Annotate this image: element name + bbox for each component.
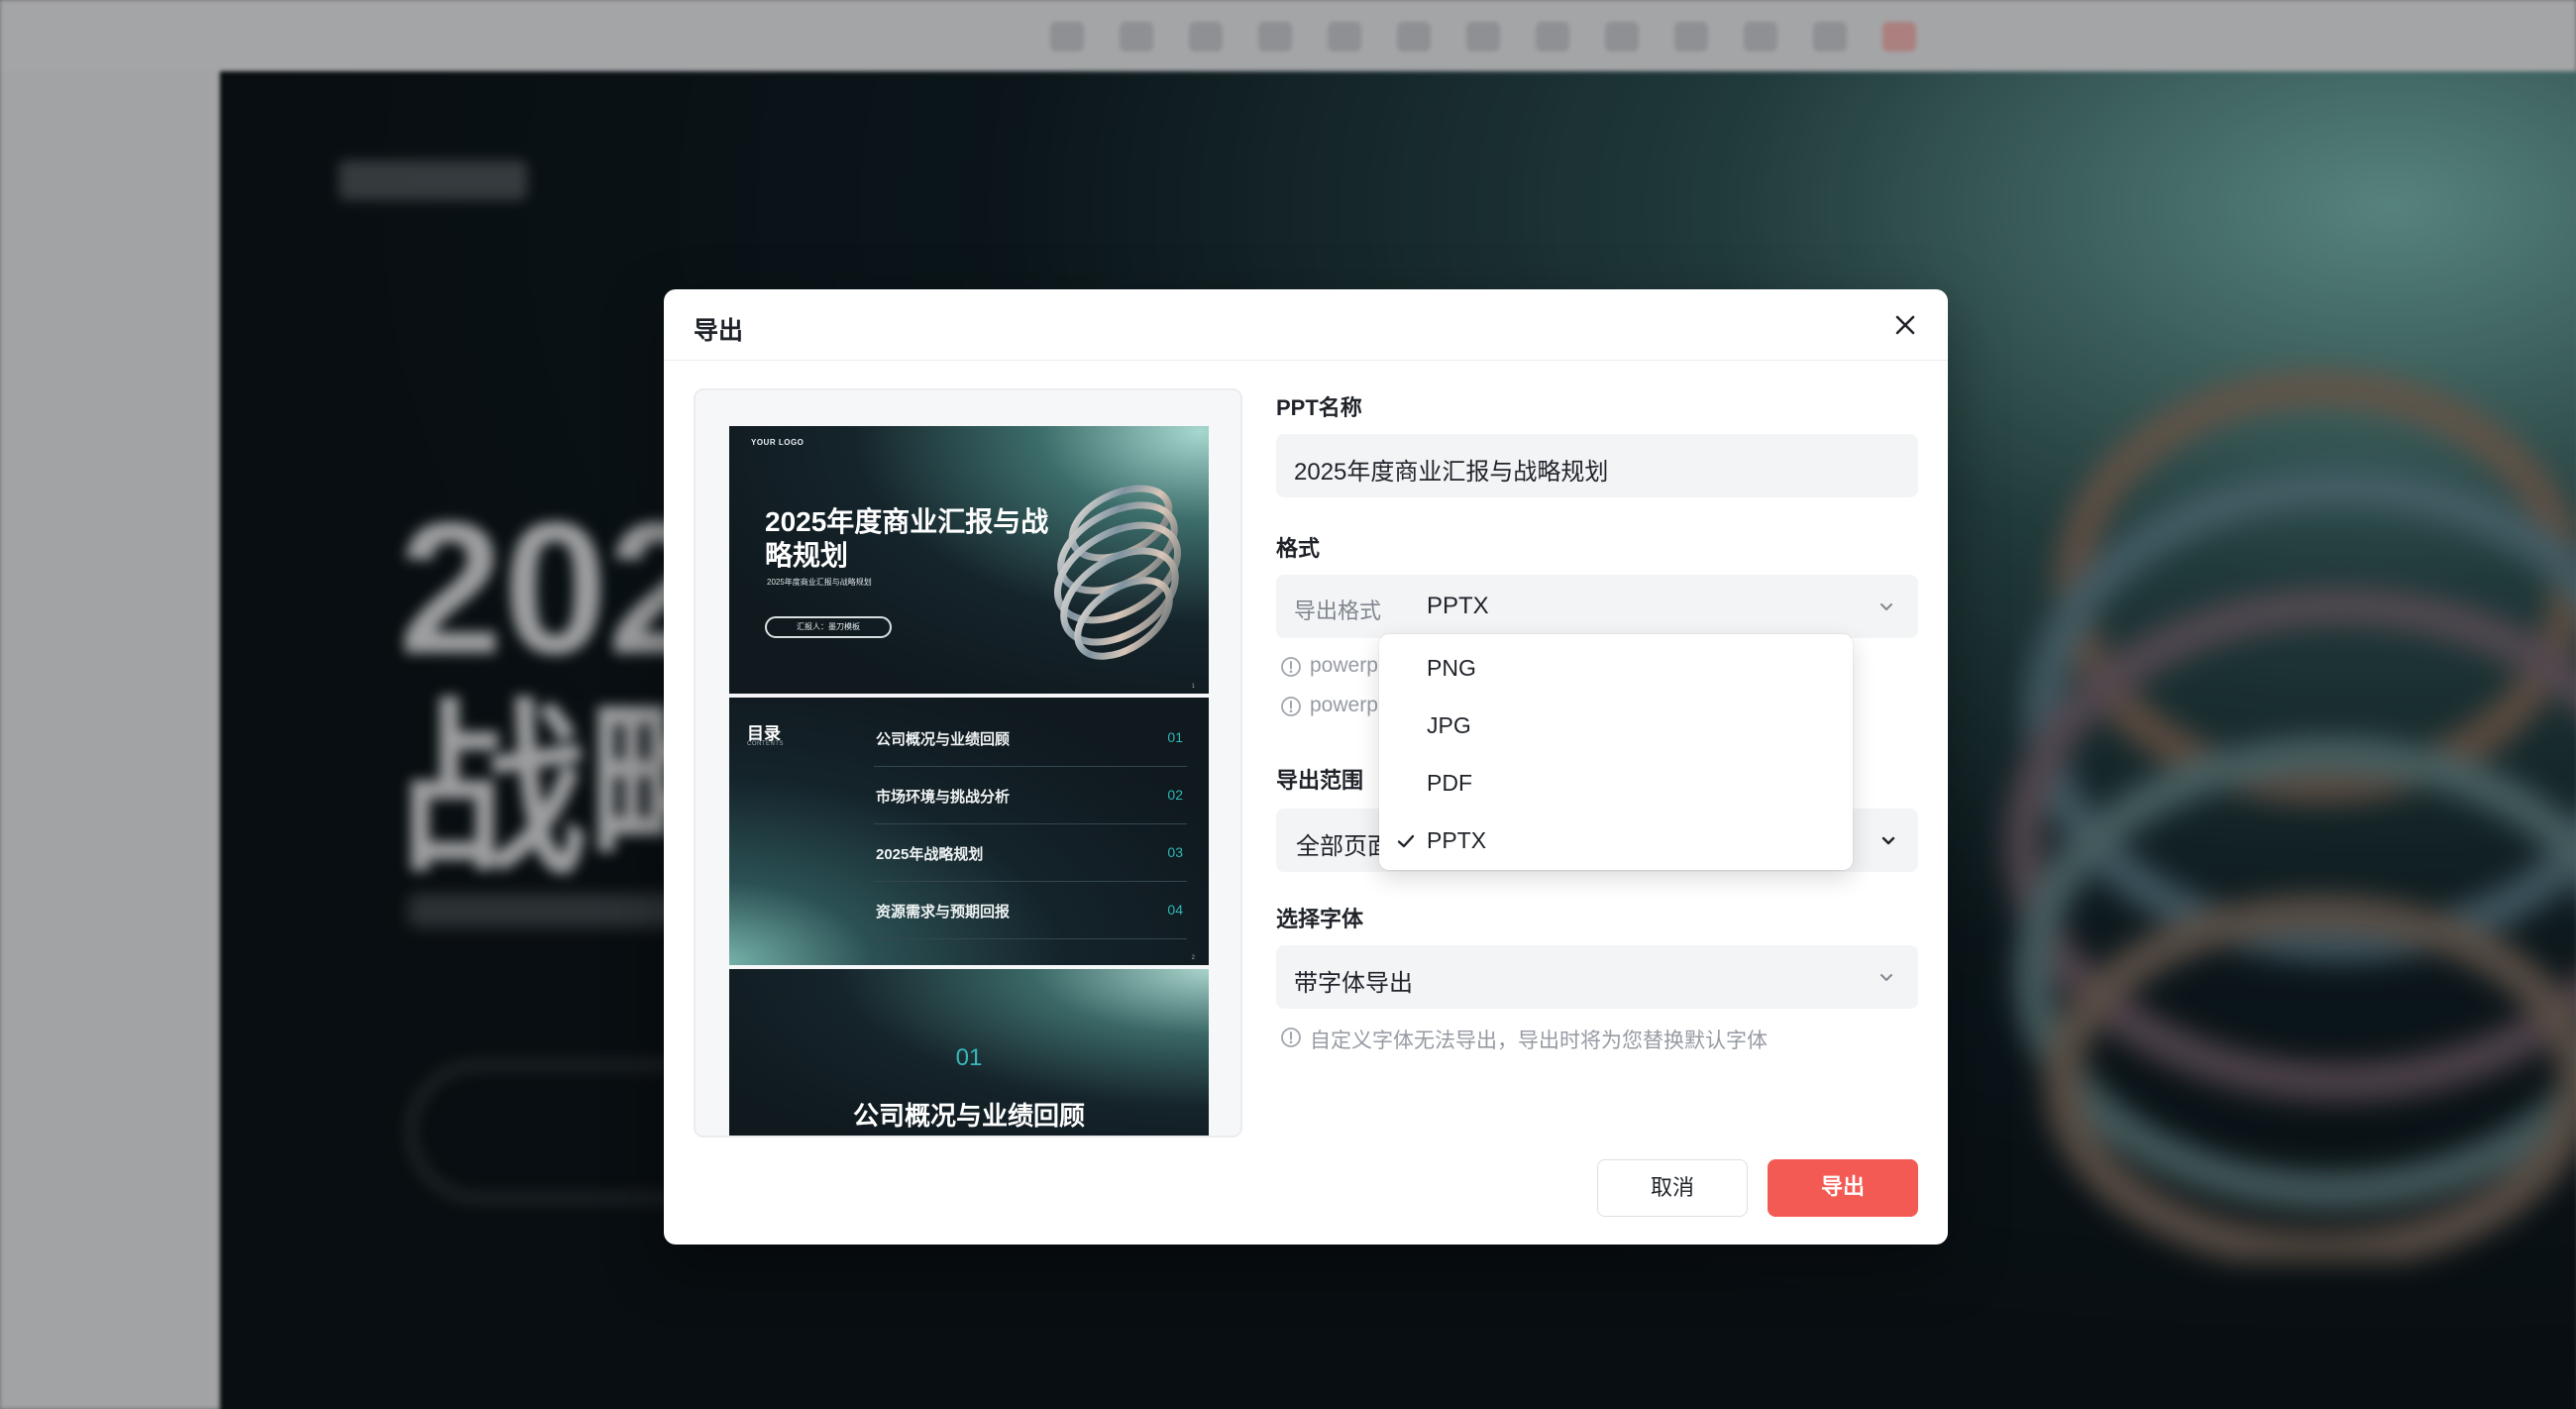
toc-item-number: 04 [1167,902,1183,918]
font-select[interactable]: 带字体导出 [1276,945,1918,1009]
slide-page-number: 1 [1191,684,1195,690]
format-field-label: 导出格式 [1294,598,1382,623]
format-option-label: PPTX [1427,827,1487,853]
font-label: 选择字体 [1276,907,1364,931]
slide-title: 2025年度商业汇报与战略规划 [765,506,1049,571]
close-icon[interactable] [1889,309,1921,341]
slide-reporter-pill: 汇报人：墨刀模板 [765,616,892,638]
toc-item-number: 02 [1167,787,1183,803]
slide-page-number: 2 [1191,955,1195,961]
export-dialog: 导出 YOUR LOGO 2025年度商业汇报与战略规划 2025年度商业汇报与… [664,289,1948,1245]
format-option-label: PDF [1427,770,1472,796]
toc-item-number: 01 [1167,729,1183,745]
ppt-name-value: 2025年度商业汇报与战略规划 [1294,459,1609,486]
slide-logo: YOUR LOGO [751,438,805,447]
chevron-down-icon [1880,974,1892,981]
format-select[interactable]: 导出格式 PPTX [1276,575,1918,638]
format-option-pdf[interactable]: PDF [1379,755,1853,813]
slide-preview-panel[interactable]: YOUR LOGO 2025年度商业汇报与战略规划 2025年度商业汇报与战略规… [694,388,1242,1138]
format-option-label: JPG [1427,712,1471,738]
info-icon [1281,1028,1301,1047]
format-option-jpg[interactable]: JPG [1379,698,1853,755]
export-range-value: 全部页面 [1296,833,1391,860]
slide-subtitle: 2025年度商业汇报与战略规划 [767,578,872,587]
toc-heading-sub: CONTENTS [747,741,784,747]
check-icon [1397,834,1415,848]
section-number: 01 [955,1044,983,1071]
info-icon [1281,657,1301,677]
format-hint: powerp [1310,654,1378,677]
section-title: 公司概况与业绩回顾 [852,1101,1085,1131]
ppt-name-label: PPT名称 [1276,395,1362,420]
slide-thumbnail-2: 目录 CONTENTS 公司概况与业绩回顾 01 市场环境与挑战分析 02 20… [729,698,1209,965]
format-dropdown-menu: PNG JPG PDF PPTX [1379,634,1853,870]
chevron-down-icon [1881,836,1895,845]
font-hint: 自定义字体无法导出，导出时将为您替换默认字体 [1310,1030,1768,1052]
toc-item-number: 03 [1167,844,1183,860]
format-option-png[interactable]: PNG [1379,640,1853,698]
format-option-label: PNG [1427,655,1476,681]
format-selected-value: PPTX [1427,593,1489,619]
toc-item: 资源需求与预期回报 04 [874,882,1187,939]
dialog-header: 导出 [664,289,1948,361]
toc-item-text: 资源需求与预期回报 [876,904,1011,921]
format-label: 格式 [1276,536,1321,561]
slide-thumbnail-3: 01 公司概况与业绩回顾 [729,969,1209,1136]
toc-item: 2025年战略规划 03 [874,824,1187,882]
slide-thumbnail-1: YOUR LOGO 2025年度商业汇报与战略规划 2025年度商业汇报与战略规… [729,426,1209,694]
sculpture-graphic [1053,485,1182,660]
toc-item-text: 2025年战略规划 [876,846,984,863]
toc-item: 市场环境与挑战分析 02 [874,767,1187,824]
export-range-label: 导出范围 [1276,768,1364,793]
font-selected-value: 带字体导出 [1294,970,1413,997]
cancel-button[interactable]: 取消 [1597,1159,1748,1217]
info-icon [1281,697,1301,716]
dialog-title: 导出 [694,317,744,345]
export-button[interactable]: 导出 [1768,1159,1918,1217]
toc-item-text: 公司概况与业绩回顾 [876,731,1011,748]
chevron-down-icon [1880,603,1892,610]
ppt-name-input[interactable]: 2025年度商业汇报与战略规划 [1276,434,1918,497]
toc-item-text: 市场环境与挑战分析 [876,789,1011,806]
toc-item: 公司概况与业绩回顾 01 [874,709,1187,767]
format-hint: powerp [1310,694,1378,716]
format-option-pptx[interactable]: PPTX [1379,813,1853,870]
